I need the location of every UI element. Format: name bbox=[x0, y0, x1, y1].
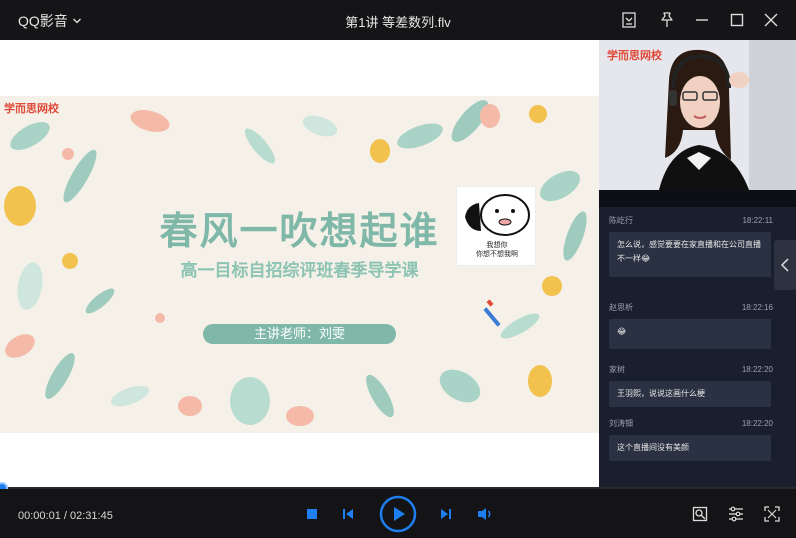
window-title: 第1讲 等差数列.flv bbox=[345, 15, 451, 30]
chat-message-header: 赵思析 18:22:16 bbox=[609, 297, 773, 319]
chat-message: 赵思析 18:22:16 😂 bbox=[609, 297, 773, 353]
slide-teacher-label: 主讲老师：刘雯 bbox=[203, 324, 396, 344]
minimize-icon[interactable] bbox=[692, 10, 712, 30]
video-area[interactable]: 学而思网校 春风一吹想起谁 高一目标自招综评班春季导学课 主讲老师：刘雯 我想你… bbox=[0, 40, 599, 489]
volume-icon[interactable] bbox=[476, 506, 494, 522]
chat-bubble: 王羽熙，说说这画什么梗 bbox=[609, 381, 771, 407]
app-name: QQ影音 bbox=[18, 13, 68, 29]
chat-header-strip bbox=[599, 190, 796, 207]
stop-icon[interactable] bbox=[305, 507, 319, 521]
course-slide: 学而思网校 春风一吹想起谁 高一目标自招综评班春季导学课 主讲老师：刘雯 我想你… bbox=[0, 96, 599, 433]
pin-icon[interactable] bbox=[657, 10, 677, 30]
chat-username: 陈屹行 bbox=[609, 216, 633, 225]
collapse-panel-button[interactable] bbox=[774, 240, 796, 290]
chat-message: 刘涛钿 18:22:20 这个直播间没有美颜 bbox=[609, 413, 773, 463]
chat-bubble: 怎么说，感觉要要在家直播和在公司直播不一样😂 bbox=[609, 232, 771, 277]
screenshot-icon[interactable] bbox=[619, 10, 639, 30]
chat-message: 陈屹行 18:22:11 怎么说，感觉要要在家直播和在公司直播不一样😂 bbox=[609, 210, 773, 285]
chat-username: 刘涛钿 bbox=[609, 419, 633, 428]
capture-icon[interactable] bbox=[692, 506, 708, 522]
meme-sticker: 我想你 你想不想我啊 bbox=[456, 186, 536, 266]
sticker-caption: 我想你 你想不想我啊 bbox=[457, 241, 537, 259]
play-icon[interactable] bbox=[379, 495, 417, 533]
total-time: 02:31:45 bbox=[70, 510, 113, 522]
chat-timestamp: 18:22:16 bbox=[741, 303, 773, 312]
settings-icon[interactable] bbox=[728, 506, 744, 522]
control-bar: 00:00:01 / 02:31:45 bbox=[0, 489, 796, 538]
previous-icon[interactable] bbox=[340, 506, 356, 522]
chat-message-list[interactable]: 陈屹行 18:22:11 怎么说，感觉要要在家直播和在公司直播不一样😂 赵思析 … bbox=[609, 210, 773, 463]
chat-message: 家树 18:22:20 王羽熙，说说这画什么梗 bbox=[609, 359, 773, 409]
title-bar: QQ影音 第1讲 等差数列.flv bbox=[0, 0, 796, 40]
chat-bubble: 😂 bbox=[609, 319, 771, 349]
maximize-icon[interactable] bbox=[727, 10, 747, 30]
sticker-caption-line-1: 我想你 bbox=[486, 242, 508, 249]
chat-message-header: 家树 18:22:20 bbox=[609, 359, 773, 381]
chat-username: 家树 bbox=[609, 365, 625, 374]
chat-username: 赵思析 bbox=[609, 303, 633, 312]
chat-timestamp: 18:22:20 bbox=[741, 419, 773, 428]
teacher-webcam: 学而思网校 bbox=[599, 40, 796, 190]
chat-message-header: 刘涛钿 18:22:20 bbox=[609, 413, 773, 435]
sticker-caption-line-2: 你想不想我啊 bbox=[476, 251, 518, 258]
chat-timestamp: 18:22:20 bbox=[741, 365, 773, 374]
current-time: 00:00:01 bbox=[18, 510, 61, 522]
chat-timestamp: 18:22:11 bbox=[742, 216, 773, 225]
chat-message-header: 陈屹行 18:22:11 bbox=[609, 210, 773, 232]
time-display: 00:00:01 / 02:31:45 bbox=[18, 510, 113, 522]
fullscreen-icon[interactable] bbox=[764, 506, 780, 522]
chat-panel[interactable]: 陈屹行 18:22:11 怎么说，感觉要要在家直播和在公司直播不一样😂 赵思析 … bbox=[599, 190, 796, 489]
chevron-left-icon bbox=[780, 258, 789, 272]
qq-player-window: QQ影音 第1讲 等差数列.flv 学而思网校 春风一吹想起谁 高一目标自招综评… bbox=[0, 0, 796, 538]
chat-bubble: 这个直播间没有美颜 bbox=[609, 435, 771, 461]
next-icon[interactable] bbox=[438, 506, 454, 522]
webcam-brand-logo: 学而思网校 bbox=[607, 50, 662, 62]
chevron-down-icon bbox=[72, 18, 81, 24]
app-menu-button[interactable]: QQ影音 bbox=[18, 11, 82, 31]
close-icon[interactable] bbox=[761, 10, 781, 30]
time-separator: / bbox=[60, 510, 70, 522]
slide-brand-logo: 学而思网校 bbox=[4, 103, 59, 115]
